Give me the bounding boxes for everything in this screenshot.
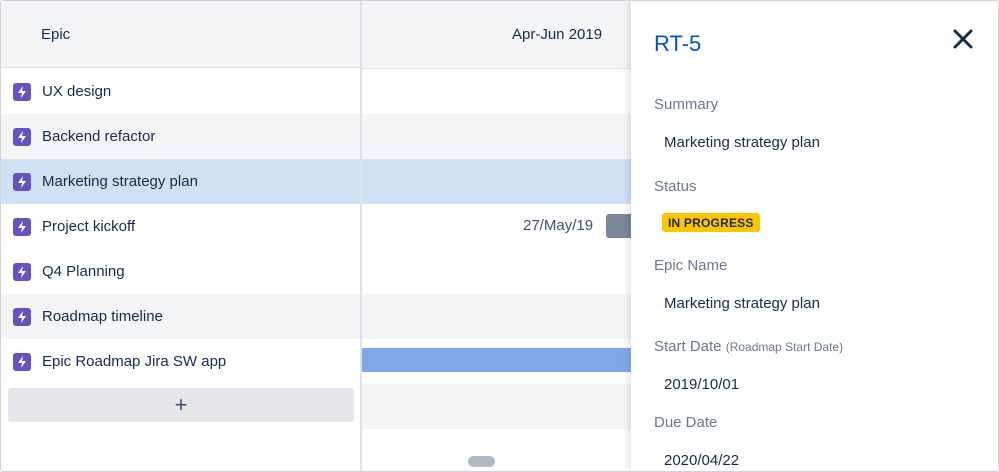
epic-row-label: UX design xyxy=(42,83,112,100)
timeline-row xyxy=(362,69,631,114)
epic-row-roadmap-timeline[interactable]: Roadmap timeline xyxy=(1,294,360,339)
epic-row-backend-refactor[interactable]: Backend refactor xyxy=(1,114,360,159)
epic-row-ux-design[interactable]: UX design xyxy=(1,69,360,114)
start-date-hint: (Roadmap Start Date) xyxy=(725,340,844,354)
epic-row-label: Q4 Planning xyxy=(42,263,125,280)
timeline-row xyxy=(362,384,631,429)
timeline-row-selected xyxy=(362,159,631,204)
epic-lightning-icon xyxy=(13,352,31,371)
issue-detail-panel: RT-5 Summary Marketing strategy plan Sta… xyxy=(631,1,998,471)
epic-row-label: Backend refactor xyxy=(42,128,156,145)
start-date-value[interactable]: 2019/10/01 xyxy=(664,376,739,393)
epic-lightning-icon xyxy=(13,307,31,326)
timeline-row xyxy=(362,114,631,159)
epic-row-marketing-strategy-plan[interactable]: Marketing strategy plan xyxy=(1,159,360,204)
epic-lightning-icon xyxy=(13,127,31,146)
due-date-value[interactable]: 2020/04/22 xyxy=(664,452,739,469)
summary-value[interactable]: Marketing strategy plan xyxy=(664,134,820,151)
issue-key-link[interactable]: RT-5 xyxy=(654,31,701,57)
epic-row-label: Epic Roadmap Jira SW app xyxy=(42,353,227,370)
add-epic-button[interactable]: + xyxy=(8,388,354,422)
epic-lightning-icon xyxy=(13,262,31,281)
epic-lightning-icon xyxy=(13,172,31,191)
status-label: Status xyxy=(654,178,697,195)
timeline-date-label: 27/May/19 xyxy=(523,217,594,234)
epic-row-label: Roadmap timeline xyxy=(42,308,163,325)
timeline-period-label: Apr-Jun 2019 xyxy=(512,26,603,43)
epic-row-label: Project kickoff xyxy=(42,218,136,235)
horizontal-scroll-handle[interactable] xyxy=(468,456,495,467)
timeline-area: Apr-Jun 2019 27/May/19 xyxy=(362,1,636,471)
epic-list: Epic UX design Backend refactor Marketin… xyxy=(1,1,362,471)
epic-name-value[interactable]: Marketing strategy plan xyxy=(664,295,820,312)
start-date-label-text: Start Date xyxy=(654,338,722,355)
status-badge-text: IN PROGRESS xyxy=(668,215,754,230)
close-panel-button[interactable] xyxy=(949,25,977,53)
summary-label: Summary xyxy=(654,96,719,113)
epic-lightning-icon xyxy=(13,217,31,236)
plus-icon: + xyxy=(174,392,188,417)
epic-row-epic-roadmap-jira-sw-app[interactable]: Epic Roadmap Jira SW app xyxy=(1,339,360,384)
timeline-row xyxy=(362,249,631,294)
due-date-label: Due Date xyxy=(654,414,718,431)
epic-column-header: Epic xyxy=(1,1,360,68)
timeline-row xyxy=(362,294,631,339)
roadmap-window: Epic UX design Backend refactor Marketin… xyxy=(0,0,999,472)
epic-row-project-kickoff[interactable]: Project kickoff xyxy=(1,204,360,249)
close-icon xyxy=(953,29,973,49)
epic-lightning-icon xyxy=(13,82,31,101)
epic-name-label: Epic Name xyxy=(654,257,728,274)
epic-row-q4-planning[interactable]: Q4 Planning xyxy=(1,249,360,294)
start-date-label: Start Date (Roadmap Start Date) xyxy=(654,338,843,355)
status-badge[interactable]: IN PROGRESS xyxy=(662,213,760,232)
timeline-header: Apr-Jun 2019 xyxy=(362,1,631,69)
epic-row-label: Marketing strategy plan xyxy=(42,173,198,190)
timeline-bar-epic-roadmap[interactable] xyxy=(362,348,631,372)
epic-column-title: Epic xyxy=(41,25,71,43)
